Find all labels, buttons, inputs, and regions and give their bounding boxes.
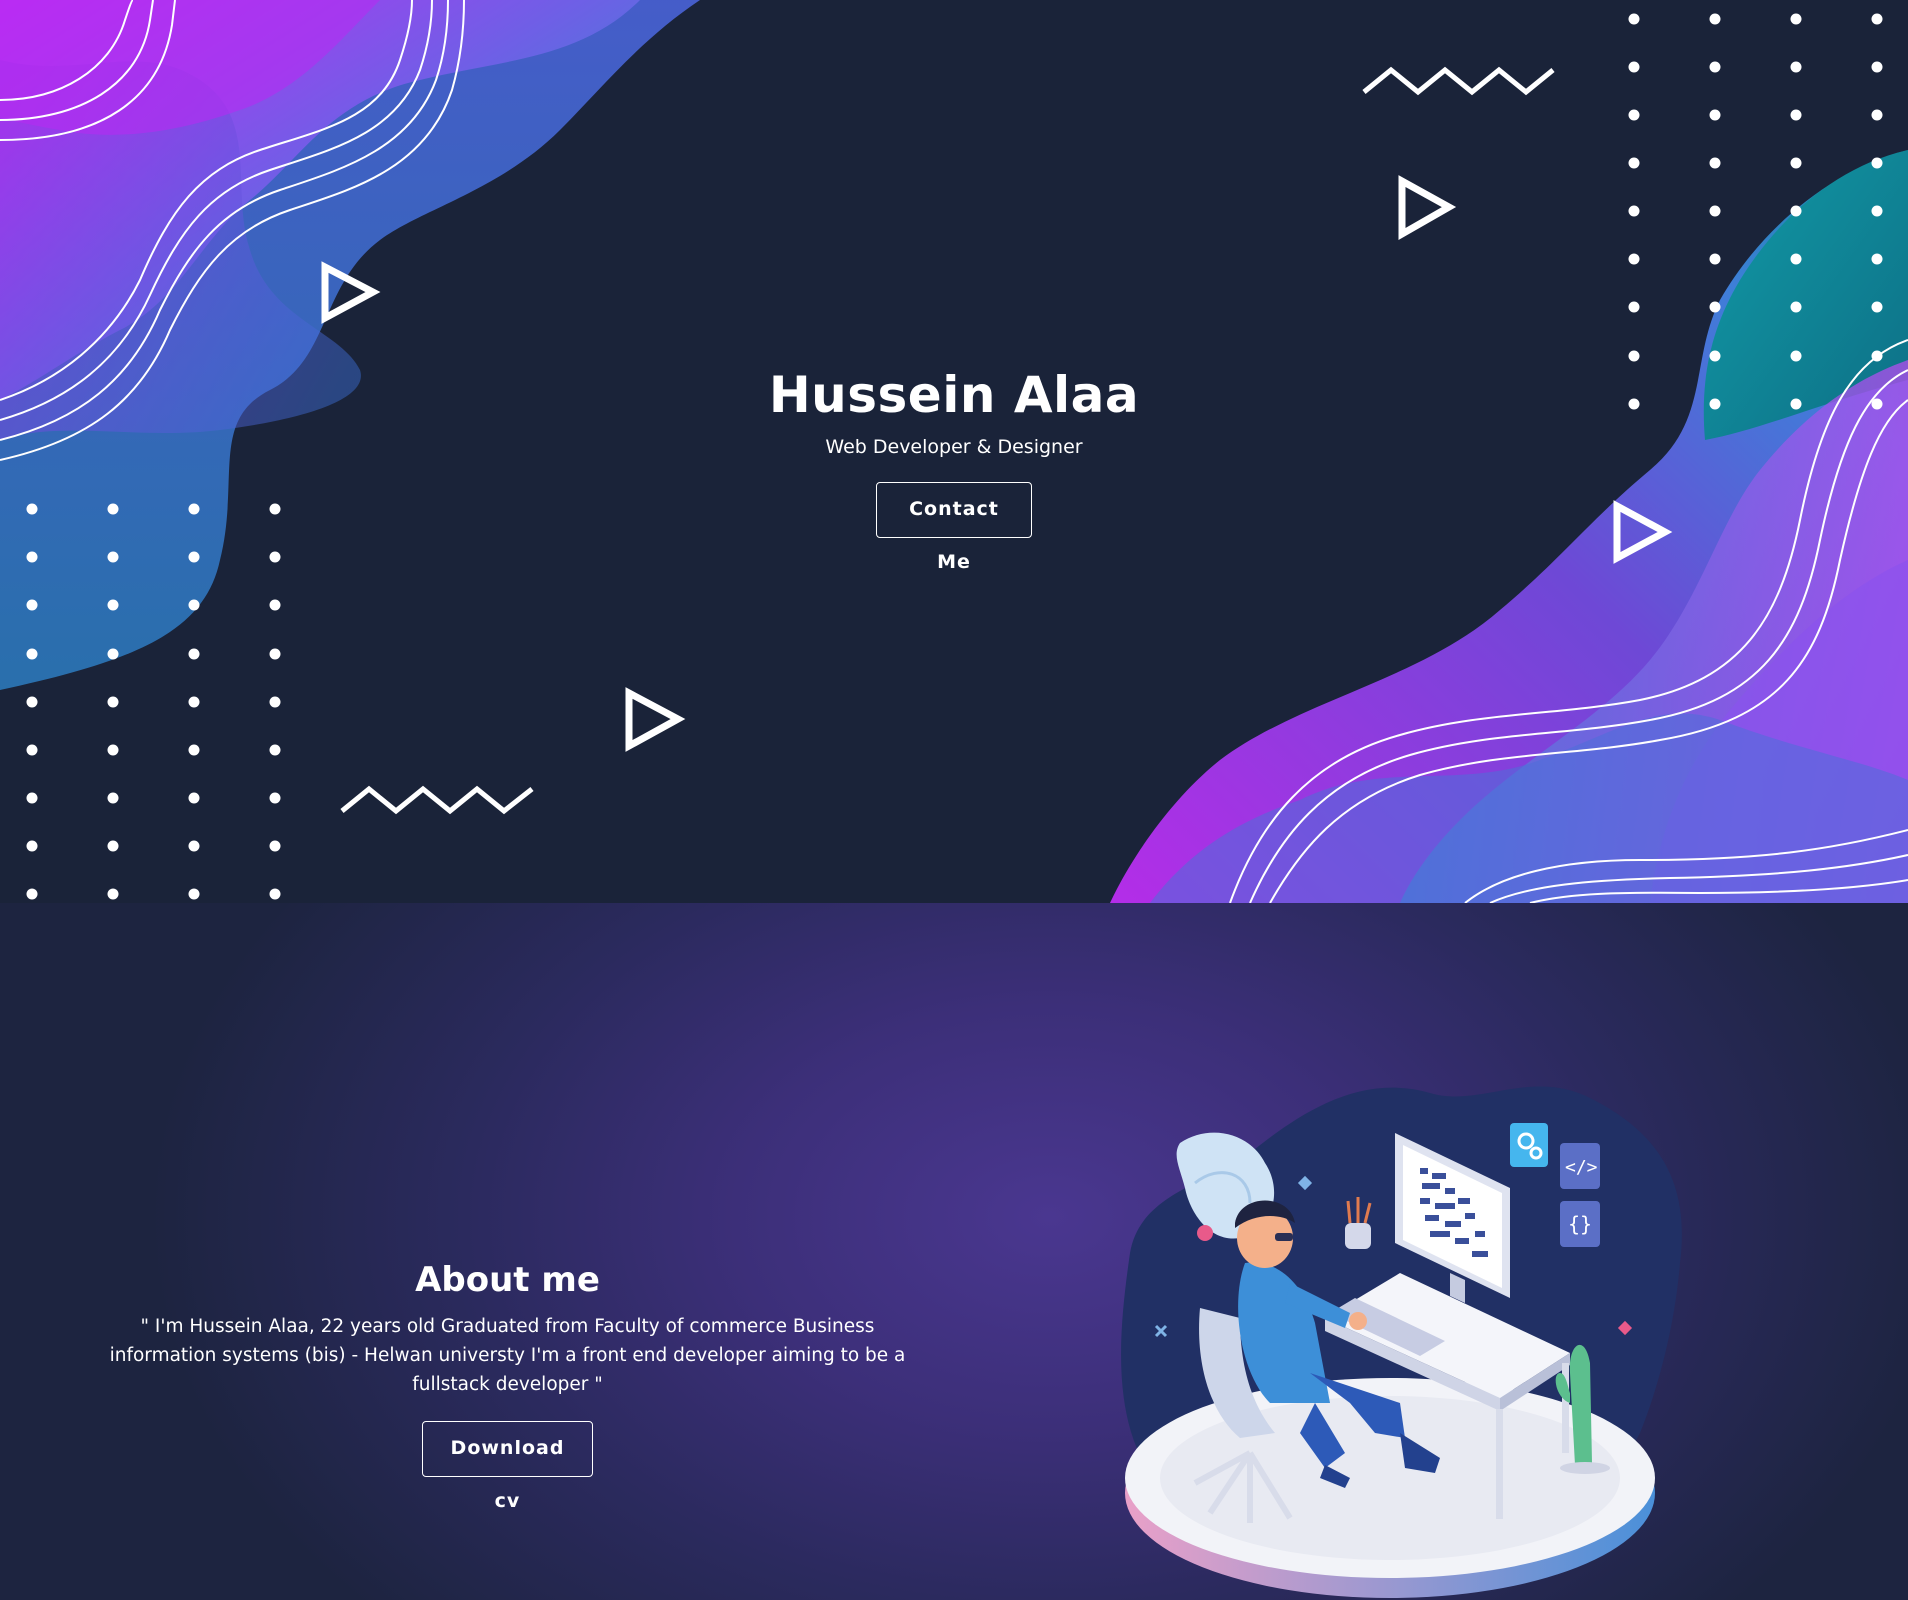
decorative-dot	[107, 840, 119, 852]
decorative-dot	[1790, 301, 1802, 313]
decorative-dot	[1871, 205, 1883, 217]
about-section: About me " I'm Hussein Alaa, 22 years ol…	[0, 903, 1908, 1600]
decorative-dot	[26, 648, 38, 660]
decorative-dot	[1628, 205, 1640, 217]
decorative-dot	[1790, 253, 1802, 265]
decorative-dot	[26, 696, 38, 708]
contact-me-button[interactable]: Contact Me	[876, 482, 1032, 573]
hero-tagline: Web Developer & Designer	[825, 436, 1083, 458]
decorative-dot	[1871, 253, 1883, 265]
decorative-dot	[269, 792, 281, 804]
decorative-dot	[1871, 157, 1883, 169]
decorative-dot	[1709, 205, 1721, 217]
about-title: About me	[415, 1260, 600, 1300]
decorative-dot	[26, 599, 38, 611]
decorative-dot	[188, 648, 200, 660]
decorative-dot	[107, 648, 119, 660]
decorative-dot	[1628, 109, 1640, 121]
decorative-dot	[107, 599, 119, 611]
svg-text:{}: {}	[1568, 1212, 1592, 1236]
decorative-dot	[107, 744, 119, 756]
decorative-dot	[188, 792, 200, 804]
decorative-dot	[26, 840, 38, 852]
decorative-dot	[1709, 109, 1721, 121]
about-content: About me " I'm Hussein Alaa, 22 years ol…	[90, 1258, 925, 1512]
decorative-dot	[1871, 109, 1883, 121]
decorative-dot	[1628, 253, 1640, 265]
decorative-dot	[1790, 61, 1802, 73]
decorative-dot	[269, 599, 281, 611]
decorative-dot	[1628, 301, 1640, 313]
decorative-dot	[26, 888, 38, 900]
decorative-dot	[26, 792, 38, 804]
decorative-dot	[1790, 13, 1802, 25]
decorative-dot	[188, 888, 200, 900]
decorative-dot	[26, 744, 38, 756]
decorative-dot	[107, 792, 119, 804]
decorative-dot	[188, 840, 200, 852]
decorative-dot	[1871, 61, 1883, 73]
decorative-dot	[1871, 301, 1883, 313]
decorative-dot	[1709, 61, 1721, 73]
decorative-dot	[1790, 157, 1802, 169]
about-description: " I'm Hussein Alaa, 22 years old Graduat…	[109, 1316, 906, 1395]
decorative-dot	[269, 888, 281, 900]
decorative-dot	[1628, 157, 1640, 169]
decorative-dot	[1709, 157, 1721, 169]
decorative-dot	[1709, 13, 1721, 25]
hero-name: Hussein Alaa	[768, 366, 1140, 424]
decorative-dot	[188, 696, 200, 708]
decorative-dot	[107, 696, 119, 708]
decorative-dot	[1871, 13, 1883, 25]
svg-text:</>: </>	[1565, 1157, 1598, 1178]
decorative-dot	[1628, 61, 1640, 73]
decorative-dot	[1709, 253, 1721, 265]
developer-illustration: </> {}	[1121, 1086, 1682, 1598]
decorative-dot	[269, 696, 281, 708]
hero-section: Hussein Alaa Web Developer & Designer Co…	[0, 0, 1908, 903]
decorative-dot	[188, 744, 200, 756]
decorative-dot	[188, 599, 200, 611]
hero-content: Hussein Alaa Web Developer & Designer Co…	[0, 360, 1908, 573]
decorative-dot	[269, 840, 281, 852]
decorative-dot	[269, 648, 281, 660]
decorative-dot	[269, 744, 281, 756]
decorative-dot	[1790, 205, 1802, 217]
decorative-dot	[107, 888, 119, 900]
decorative-dot	[1709, 301, 1721, 313]
decorative-dot	[1628, 13, 1640, 25]
download-cv-button[interactable]: Download cv	[422, 1421, 593, 1512]
decorative-dot	[1790, 109, 1802, 121]
